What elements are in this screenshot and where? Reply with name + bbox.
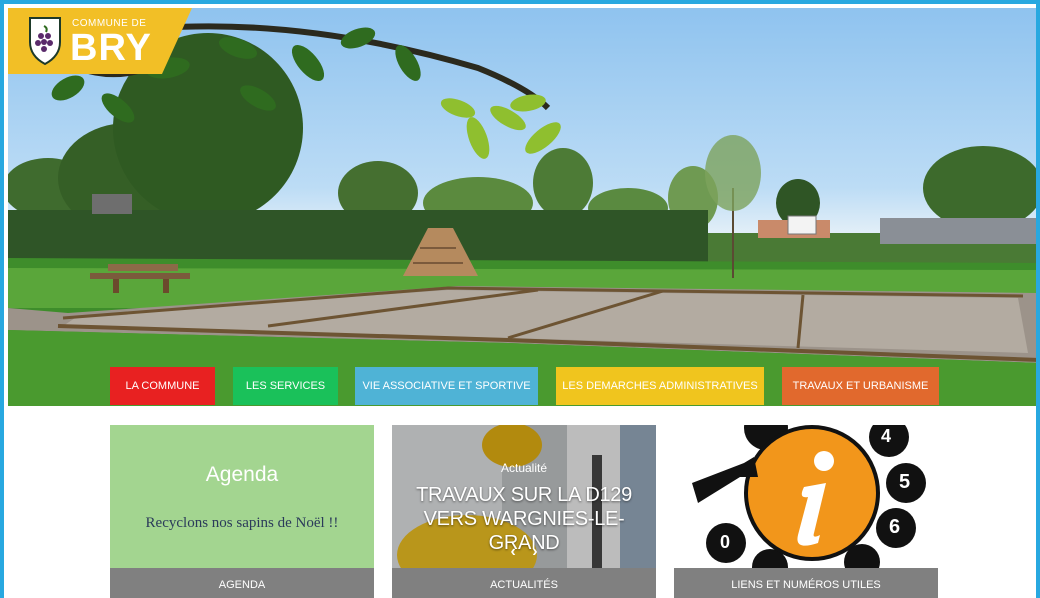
dial-digit-6: 6 bbox=[889, 516, 901, 538]
links-caption[interactable]: LIENS ET NUMÉROS UTILES bbox=[674, 568, 938, 598]
nav-demarches[interactable]: LES DEMARCHES ADMINISTRATIVES bbox=[556, 367, 764, 405]
agenda-caption[interactable]: AGENDA bbox=[110, 568, 374, 598]
nav-travaux[interactable]: TRAVAUX ET URBANISME bbox=[782, 367, 939, 405]
nav-vie-associative[interactable]: VIE ASSOCIATIVE ET SPORTIVE bbox=[355, 367, 538, 405]
nav-la-commune[interactable]: LA COMMUNE bbox=[110, 367, 215, 405]
logo-title: BRY bbox=[70, 27, 152, 69]
page-frame: COMMUNE DE BRY LA COMMUNE LES SERVICES V… bbox=[0, 0, 1040, 598]
dial-digit-4: 4 bbox=[881, 426, 892, 446]
agenda-tile[interactable]: Agenda Recyclons nos sapins de Noël !! A… bbox=[110, 425, 374, 598]
news-caption[interactable]: ACTUALITÉS bbox=[392, 568, 656, 598]
agenda-title: Agenda bbox=[205, 463, 279, 486]
chevron-right-icon[interactable]: › bbox=[532, 543, 537, 561]
links-tile[interactable]: 4 5 6 0 LIENS ET NUMÉROS UTILES bbox=[674, 425, 938, 598]
chevron-left-icon[interactable]: ‹ bbox=[510, 543, 515, 561]
news-tile[interactable]: Actualité TRAVAUX SUR LA D129 VERS WARGN… bbox=[392, 425, 656, 598]
news-carousel-controls: ‹ › bbox=[392, 543, 656, 561]
news-label: Actualité bbox=[500, 461, 548, 475]
nav-les-services[interactable]: LES SERVICES bbox=[233, 367, 338, 405]
agenda-event-link[interactable]: Recyclons nos sapins de Noël !! bbox=[110, 515, 374, 532]
dial-digit-5: 5 bbox=[899, 471, 911, 493]
phone-dial-info-icon bbox=[692, 425, 926, 568]
commune-logo[interactable]: COMMUNE DE BRY bbox=[8, 8, 192, 74]
dial-digit-0: 0 bbox=[720, 532, 731, 552]
